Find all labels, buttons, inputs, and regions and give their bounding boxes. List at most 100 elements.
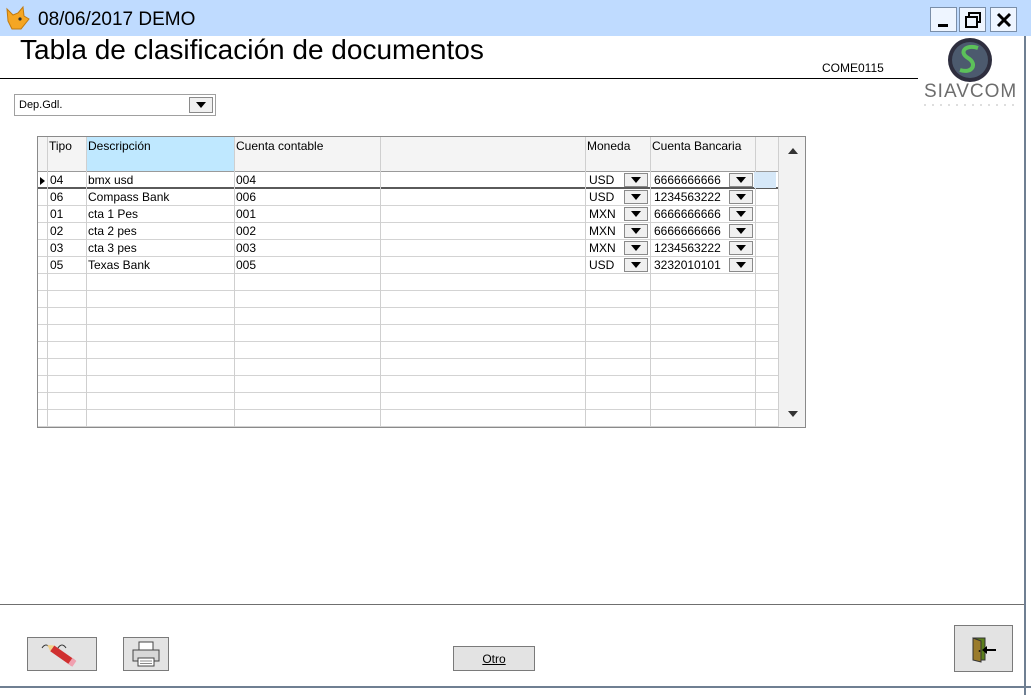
moneda-dropdown-button[interactable]: [624, 173, 648, 187]
chevron-down-icon: [631, 177, 641, 183]
exit-button[interactable]: [954, 625, 1013, 672]
cell-cuenta-bancaria[interactable]: 6666666666: [654, 224, 721, 238]
col-divider: [47, 137, 48, 427]
moneda-dropdown-button[interactable]: [624, 241, 648, 255]
cell-tipo[interactable]: 03: [50, 241, 63, 255]
table-row[interactable]: [38, 359, 778, 376]
table-row[interactable]: [38, 376, 778, 393]
cell-moneda[interactable]: USD: [589, 258, 614, 272]
cell-tipo[interactable]: 05: [50, 258, 63, 272]
table-row[interactable]: [38, 342, 778, 359]
moneda-dropdown-button[interactable]: [624, 190, 648, 204]
grid-scrollbar[interactable]: [778, 137, 805, 427]
cell-cuenta-contable[interactable]: 004: [236, 173, 256, 187]
scroll-up-icon[interactable]: [788, 148, 798, 154]
close-icon: [996, 12, 1011, 27]
exit-door-icon: [972, 636, 996, 663]
table-row[interactable]: 06 Compass Bank 006 USD 1234563222: [38, 189, 778, 206]
cell-tipo[interactable]: 04: [50, 173, 63, 187]
chevron-down-icon: [631, 211, 641, 217]
cell-cuenta-contable[interactable]: 001: [236, 207, 256, 221]
col-divider: [650, 137, 651, 427]
table-row[interactable]: [38, 308, 778, 325]
cell-cuenta-contable[interactable]: 006: [236, 190, 256, 204]
cell-cuenta-bancaria[interactable]: 1234563222: [654, 190, 721, 204]
cell-cuenta-contable[interactable]: 005: [236, 258, 256, 272]
chevron-down-icon: [736, 177, 746, 183]
col-divider: [585, 137, 586, 427]
cell-moneda[interactable]: USD: [589, 190, 614, 204]
cell-descripcion[interactable]: Compass Bank: [88, 190, 169, 204]
footer-divider: [0, 604, 1024, 605]
moneda-dropdown-button[interactable]: [624, 258, 648, 272]
moneda-dropdown-button[interactable]: [624, 224, 648, 238]
col-header-cuenta-contable[interactable]: Cuenta contable: [235, 137, 380, 171]
cell-cuenta-bancaria[interactable]: 6666666666: [654, 207, 721, 221]
current-cell-highlight: [754, 172, 776, 188]
close-button[interactable]: [990, 7, 1017, 32]
cuenta-bancaria-dropdown-button[interactable]: [729, 173, 753, 187]
chevron-down-icon: [736, 262, 746, 268]
cell-cuenta-contable[interactable]: 002: [236, 224, 256, 238]
cuenta-bancaria-dropdown-button[interactable]: [729, 224, 753, 238]
cell-descripcion[interactable]: cta 1 Pes: [88, 207, 138, 221]
cell-tipo[interactable]: 06: [50, 190, 63, 204]
form-code: COME0115: [822, 61, 884, 75]
table-row[interactable]: [38, 410, 778, 427]
chevron-down-icon: [631, 262, 641, 268]
table-row[interactable]: [38, 291, 778, 308]
restore-button[interactable]: [959, 7, 986, 32]
cuenta-bancaria-dropdown-button[interactable]: [729, 207, 753, 221]
window-frame-bottom: [0, 686, 1031, 688]
cell-tipo[interactable]: 02: [50, 224, 63, 238]
cell-moneda[interactable]: MXN: [589, 224, 616, 238]
cell-descripcion[interactable]: cta 3 pes: [88, 241, 137, 255]
cell-moneda[interactable]: MXN: [589, 207, 616, 221]
table-row[interactable]: [38, 274, 778, 291]
cuenta-bancaria-dropdown-button[interactable]: [729, 241, 753, 255]
cell-tipo[interactable]: 01: [50, 207, 63, 221]
fox-app-icon: [6, 5, 30, 30]
cuenta-bancaria-dropdown-button[interactable]: [729, 258, 753, 272]
table-row[interactable]: 05 Texas Bank 005 USD 3232010101: [38, 257, 778, 274]
cell-descripcion[interactable]: Texas Bank: [88, 258, 150, 272]
branch-select[interactable]: Dep.Gdl.: [14, 94, 216, 116]
cell-cuenta-contable[interactable]: 003: [236, 241, 256, 255]
col-header-moneda[interactable]: Moneda: [586, 137, 650, 171]
cell-descripcion[interactable]: bmx usd: [88, 173, 133, 187]
cell-cuenta-bancaria[interactable]: 1234563222: [654, 241, 721, 255]
grid-header: Tipo Descripción Cuenta contable Moneda …: [38, 137, 778, 172]
title-divider: [0, 78, 918, 79]
otro-button-label: Otro: [482, 651, 506, 666]
scroll-down-icon[interactable]: [788, 411, 798, 417]
table-row[interactable]: [38, 393, 778, 410]
table-row[interactable]: 04 bmx usd 004 USD 6666666666: [38, 172, 778, 189]
cell-cuenta-bancaria[interactable]: 6666666666: [654, 173, 721, 187]
minimize-button[interactable]: [930, 7, 957, 32]
cell-moneda[interactable]: MXN: [589, 241, 616, 255]
minimize-icon: [937, 23, 948, 27]
page-title: Tabla de clasificación de documentos: [20, 34, 484, 65]
table-row[interactable]: 01 cta 1 Pes 001 MXN 6666666666: [38, 206, 778, 223]
table-row[interactable]: 02 cta 2 pes 002 MXN 6666666666: [38, 223, 778, 240]
print-button[interactable]: [123, 637, 169, 671]
cell-moneda[interactable]: USD: [589, 173, 614, 187]
col-header-tipo[interactable]: Tipo: [48, 137, 86, 171]
cuenta-bancaria-dropdown-button[interactable]: [729, 190, 753, 204]
chevron-down-icon: [736, 211, 746, 217]
table-row[interactable]: 03 cta 3 pes 003 MXN 1234563222: [38, 240, 778, 257]
branch-select-button[interactable]: [189, 97, 213, 113]
col-header-descripcion[interactable]: Descripción: [87, 137, 234, 171]
otro-button[interactable]: Otro: [453, 646, 535, 671]
col-header-cuenta-bancaria[interactable]: Cuenta Bancaria: [651, 137, 755, 171]
table-row[interactable]: [38, 325, 778, 342]
col-divider: [234, 137, 235, 427]
edit-button[interactable]: [27, 637, 97, 671]
chevron-down-icon: [631, 228, 641, 234]
window-frame-right: [1024, 36, 1026, 695]
cell-cuenta-bancaria[interactable]: 3232010101: [654, 258, 721, 272]
cell-descripcion[interactable]: cta 2 pes: [88, 224, 137, 238]
moneda-dropdown-button[interactable]: [624, 207, 648, 221]
col-divider: [86, 137, 87, 427]
restore-icon: [964, 11, 981, 28]
